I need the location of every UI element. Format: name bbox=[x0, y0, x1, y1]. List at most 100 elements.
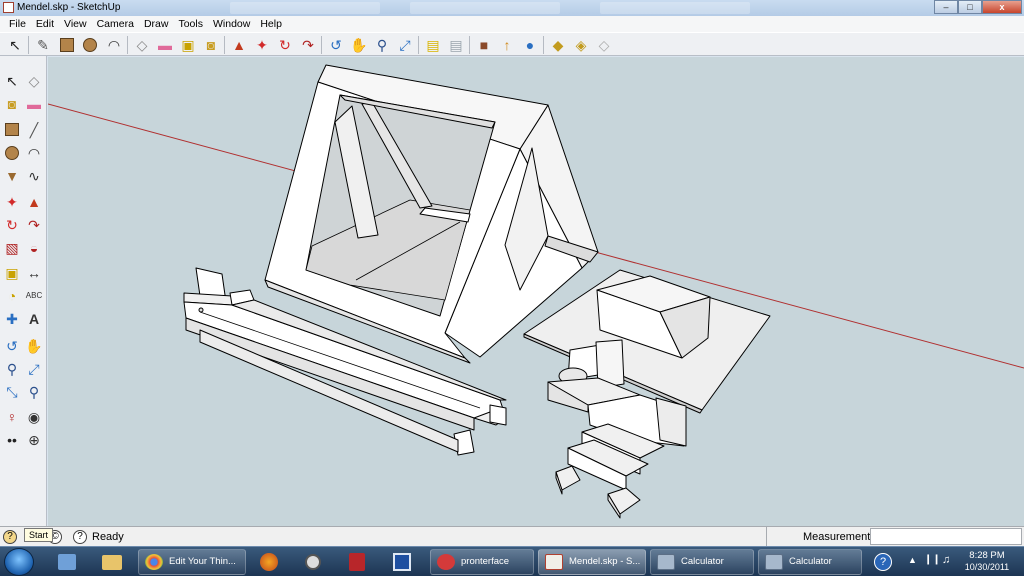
select-icon[interactable]: ↖ bbox=[6, 36, 24, 54]
taskbar-item-sketchup[interactable]: Mendel.skp - S... bbox=[538, 549, 646, 575]
offset-icon[interactable]: ◒ bbox=[25, 239, 43, 257]
taskbar-item-label: pronterface bbox=[461, 556, 510, 567]
polygon-icon[interactable]: ▼ bbox=[3, 167, 21, 185]
pan-icon[interactable]: ✋ bbox=[350, 36, 368, 54]
help-support-icon[interactable]: ? bbox=[868, 549, 898, 575]
arc-icon[interactable]: ◠ bbox=[105, 36, 123, 54]
circle-icon[interactable] bbox=[3, 144, 21, 162]
toolbar-separator bbox=[418, 36, 419, 54]
next-view-icon[interactable]: ▤ bbox=[447, 36, 465, 54]
menu-view[interactable]: View bbox=[59, 18, 92, 30]
maximize-button[interactable]: □ bbox=[958, 0, 982, 14]
orbit-icon[interactable]: ↺ bbox=[3, 337, 21, 355]
scale-icon[interactable]: ▧ bbox=[3, 239, 21, 257]
menu-draw[interactable]: Draw bbox=[139, 18, 174, 30]
move-icon[interactable]: ✦ bbox=[3, 193, 21, 211]
3d-text-icon[interactable]: A bbox=[25, 310, 43, 328]
help-icon[interactable]: ? bbox=[73, 530, 87, 544]
zoom-window-icon[interactable]: ⤢ bbox=[25, 360, 43, 378]
look-around-icon[interactable]: ◉ bbox=[25, 408, 43, 426]
text-tool-icon[interactable]: ABC bbox=[25, 287, 43, 305]
zoom-extents-icon[interactable]: ⤡ bbox=[3, 383, 21, 401]
tape-measure-icon[interactable]: ▣ bbox=[3, 264, 21, 282]
get-photo-texture-icon[interactable]: ◆ bbox=[549, 36, 567, 54]
pronterface-icon bbox=[437, 554, 455, 570]
start-button[interactable] bbox=[4, 548, 34, 576]
get-models-icon[interactable]: ■ bbox=[475, 36, 493, 54]
menu-file[interactable]: File bbox=[4, 18, 31, 30]
rectangle-icon[interactable] bbox=[3, 121, 21, 139]
paint-bucket-icon[interactable]: ◙ bbox=[3, 95, 21, 113]
position-camera-icon[interactable]: ♀ bbox=[3, 408, 21, 426]
zoom-icon[interactable]: ⚲ bbox=[3, 360, 21, 378]
rectangle-icon[interactable] bbox=[58, 36, 76, 54]
background-window-ghost bbox=[410, 2, 560, 14]
dimension-icon[interactable]: ↔ bbox=[25, 264, 43, 282]
webcam-app-icon[interactable] bbox=[294, 549, 332, 575]
make-component-icon[interactable]: ◇ bbox=[133, 36, 151, 54]
menu-tools[interactable]: Tools bbox=[173, 18, 208, 30]
eraser-icon[interactable]: ▬ bbox=[156, 36, 174, 54]
windows-explorer-icon[interactable] bbox=[92, 549, 130, 575]
line-icon[interactable]: ╱ bbox=[25, 121, 43, 139]
red-app-icon[interactable] bbox=[338, 549, 376, 575]
taskbar-item-chrome[interactable]: Edit Your Thin... bbox=[138, 549, 246, 575]
axes-icon[interactable]: ✚ bbox=[3, 310, 21, 328]
pan-icon[interactable]: ✋ bbox=[25, 337, 43, 355]
menu-window[interactable]: Window bbox=[208, 18, 255, 30]
google-earth-icon[interactable]: ● bbox=[521, 36, 539, 54]
geo-location-icon[interactable]: ? bbox=[3, 530, 17, 544]
push-pull-icon[interactable]: ▲ bbox=[25, 193, 43, 211]
follow-me-icon[interactable]: ↷ bbox=[299, 36, 317, 54]
taskbar-item-calculator[interactable]: Calculator bbox=[650, 549, 754, 575]
blue-app-icon[interactable] bbox=[382, 549, 420, 575]
volume-icon[interactable]: ♫ bbox=[942, 554, 950, 566]
sketchup-app-icon[interactable] bbox=[3, 2, 14, 13]
model-viewport[interactable] bbox=[48, 57, 1024, 526]
previous-view-icon[interactable]: ⚲ bbox=[25, 383, 43, 401]
follow-me-icon[interactable]: ↷ bbox=[25, 216, 43, 234]
walk-icon[interactable]: •• bbox=[3, 431, 21, 449]
previous-view-icon[interactable]: ▤ bbox=[424, 36, 442, 54]
taskbar-item-label: Calculator bbox=[681, 556, 724, 567]
components-icon[interactable]: ◈ bbox=[572, 36, 590, 54]
move-icon[interactable]: ✦ bbox=[253, 36, 271, 54]
show-hidden-icons-icon[interactable]: ▲ bbox=[908, 555, 917, 565]
circle-icon[interactable] bbox=[81, 36, 99, 54]
zoom-icon[interactable]: ⚲ bbox=[373, 36, 391, 54]
clock-time[interactable]: 8:28 PM bbox=[962, 550, 1012, 561]
paint-bucket-icon[interactable]: ◙ bbox=[202, 36, 220, 54]
close-button[interactable]: x bbox=[982, 0, 1022, 14]
freehand-icon[interactable]: ∿ bbox=[25, 167, 43, 185]
make-component-icon[interactable]: ◇ bbox=[25, 72, 43, 90]
window-title: Mendel.skp - SketchUp bbox=[17, 2, 121, 13]
zoom-extents-icon[interactable]: ⤢ bbox=[396, 36, 414, 54]
menu-camera[interactable]: Camera bbox=[92, 18, 139, 30]
model-canvas[interactable] bbox=[48, 57, 1024, 526]
left-toolbar: ↖ ◇ ◙ ▬ ╱ ◠ ▼ ∿ ✦ ▲ ↻ ↷ ▧ ◒ ▣ ↔ ◔ ABC ✚ … bbox=[0, 56, 47, 526]
taskbar-item-calculator[interactable]: Calculator bbox=[758, 549, 862, 575]
menu-edit[interactable]: Edit bbox=[31, 18, 59, 30]
share-component-icon[interactable]: ◇ bbox=[595, 36, 613, 54]
pencil-icon[interactable]: ✎ bbox=[34, 36, 52, 54]
clock-date[interactable]: 10/30/2011 bbox=[958, 562, 1016, 572]
background-window-ghost bbox=[230, 2, 380, 14]
push-pull-icon[interactable]: ▲ bbox=[230, 36, 248, 54]
select-icon[interactable]: ↖ bbox=[3, 72, 21, 90]
protractor-icon[interactable]: ◔ bbox=[3, 287, 21, 305]
explorer-libraries-icon[interactable] bbox=[48, 549, 86, 575]
firefox-icon[interactable] bbox=[250, 549, 288, 575]
tape-measure-icon[interactable]: ▣ bbox=[179, 36, 197, 54]
orbit-icon[interactable]: ↺ bbox=[327, 36, 345, 54]
taskbar-item-pronterface[interactable]: pronterface bbox=[430, 549, 534, 575]
menu-help[interactable]: Help bbox=[255, 18, 287, 30]
section-plane-icon[interactable]: ⊕ bbox=[25, 431, 43, 449]
rotate-icon[interactable]: ↻ bbox=[3, 216, 21, 234]
measurements-input[interactable] bbox=[870, 528, 1022, 545]
minimize-button[interactable]: – bbox=[934, 0, 958, 14]
share-model-icon[interactable]: ↑ bbox=[498, 36, 516, 54]
network-icon[interactable]: ❙❙ bbox=[924, 554, 941, 565]
arc-icon[interactable]: ◠ bbox=[25, 144, 43, 162]
rotate-icon[interactable]: ↻ bbox=[276, 36, 294, 54]
eraser-icon[interactable]: ▬ bbox=[25, 95, 43, 113]
